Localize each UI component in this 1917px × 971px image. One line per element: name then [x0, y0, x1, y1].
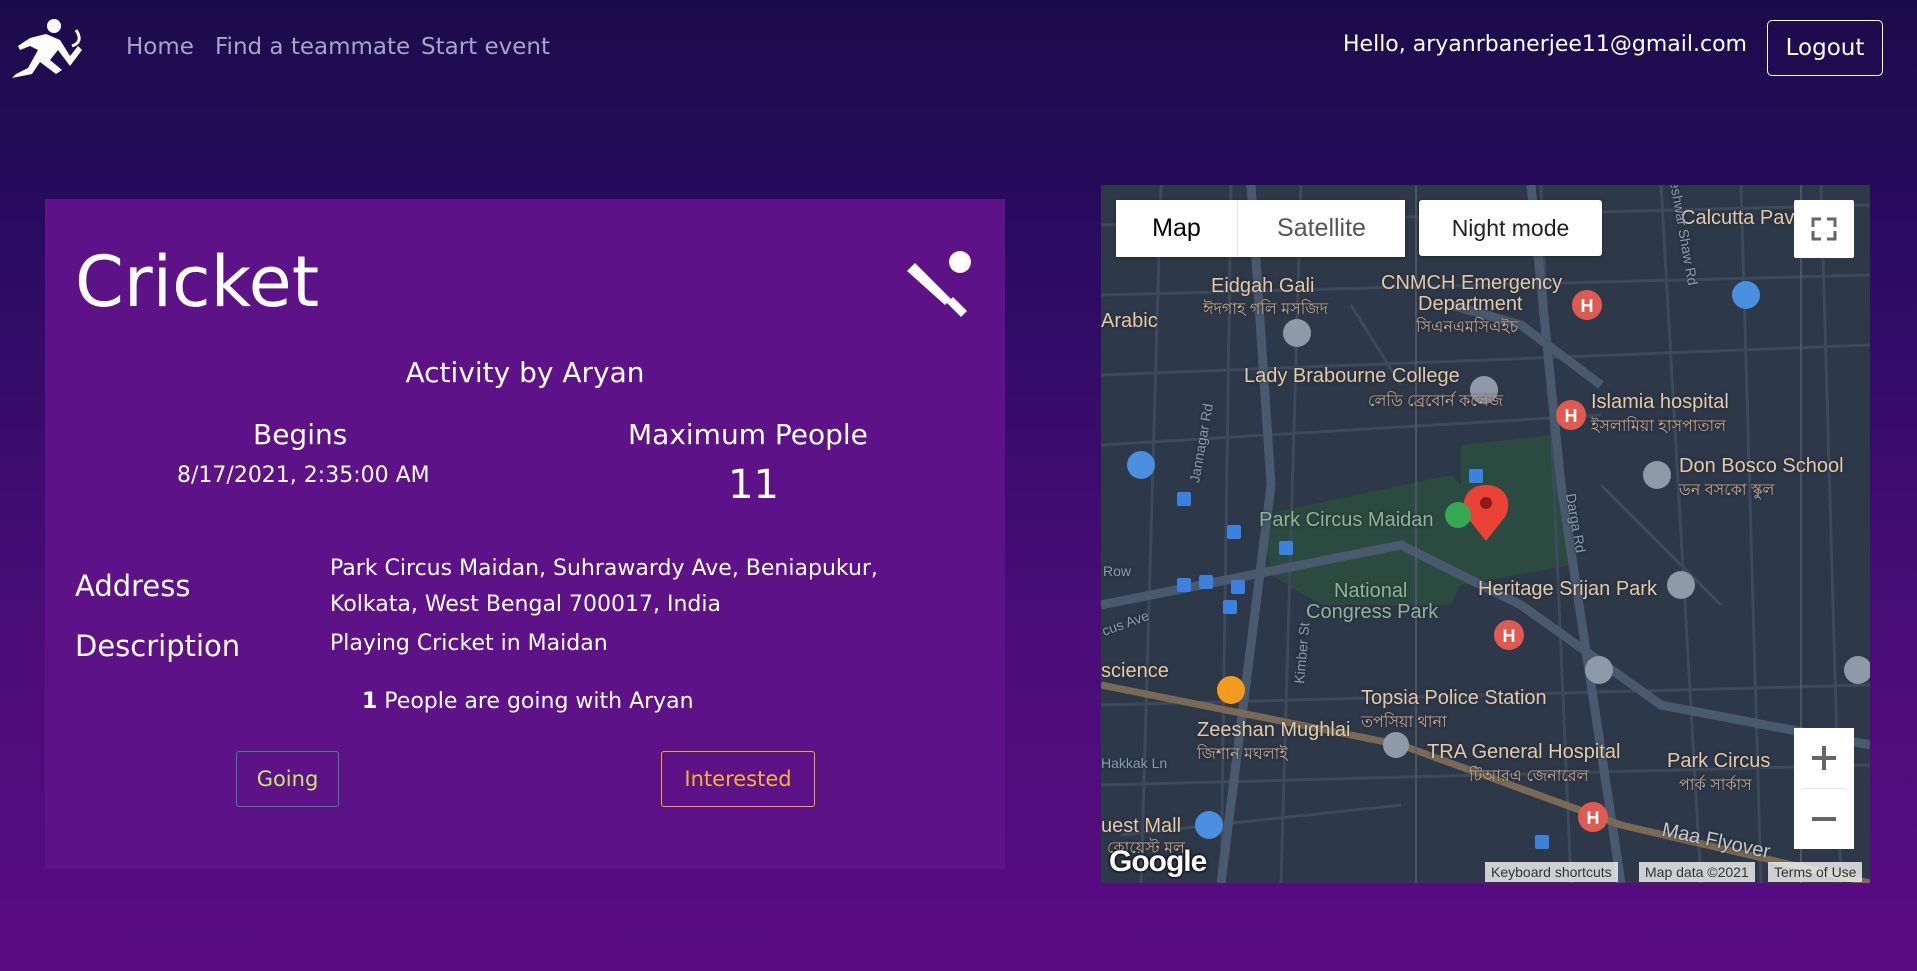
going-button[interactable]: Going	[236, 751, 339, 807]
map-label-tra-bn: টিআরএ জেনারেল	[1469, 768, 1589, 785]
description-value: Playing Cricket in Maidan	[330, 631, 608, 656]
event-title: Cricket	[75, 241, 320, 323]
map-label-tra: TRA General Hospital	[1427, 741, 1621, 763]
map-label-cnmch: CNMCH Emergency	[1381, 272, 1563, 294]
map-label-hakkak-ln: Hakkak Ln	[1101, 755, 1168, 771]
fullscreen-icon	[1811, 217, 1837, 241]
address-value: Park Circus Maidan, Suhrawardy Ave, Beni…	[330, 556, 878, 617]
map-label-lady-brabourne: Lady Brabourne College	[1244, 365, 1460, 387]
google-logo: Google	[1109, 845, 1207, 878]
map-type-satellite-button[interactable]: Satellite	[1238, 200, 1405, 257]
map-label-don-bosco: Don Bosco School	[1679, 455, 1844, 477]
map-label-calcutta: Calcutta Pav	[1681, 207, 1795, 229]
svg-text:H: H	[1581, 296, 1594, 316]
max-people-value: 11	[728, 462, 779, 508]
map-label-topsia: Topsia Police Station	[1361, 687, 1547, 709]
map-label-zeeshan: Zeeshan Mughlai	[1197, 719, 1351, 741]
map-label-cnmch-dept: Department	[1418, 293, 1523, 315]
map-label-arabic: Arabic	[1101, 310, 1158, 332]
svg-text:H: H	[1587, 808, 1600, 828]
max-people-label: Maximum People	[628, 418, 868, 451]
map-label-don-bosco-bn: ডন বসকো স্কুল	[1679, 482, 1775, 499]
description-label: Description	[75, 629, 241, 663]
map-label-heritage: Heritage Srijan Park	[1478, 578, 1657, 600]
logout-button[interactable]: Logout	[1767, 20, 1883, 76]
google-map[interactable]: H H H H Eidgah Gali ঈদগাহ গলি মসজিদ CNMCH E…	[1101, 185, 1870, 883]
terms-of-use-link[interactable]: Terms of Use	[1768, 862, 1863, 882]
nav-home-link[interactable]: Home	[126, 34, 194, 60]
svg-text:H: H	[1503, 626, 1516, 646]
map-label-national: National	[1334, 580, 1408, 602]
map-label-eidgah-bn: ঈদগাহ গলি মসজিদ	[1203, 301, 1329, 318]
map-label-eidgah: Eidgah Gali	[1211, 275, 1315, 297]
map-label-congress-park: Congress Park	[1306, 601, 1439, 623]
zoom-control	[1794, 728, 1854, 849]
plus-icon	[1812, 746, 1836, 770]
map-label-science: science	[1101, 660, 1169, 682]
cricket-bat-icon	[907, 251, 971, 317]
going-text: People are going with Aryan	[377, 689, 694, 714]
map-label-islamia: Islamia hospital	[1591, 391, 1729, 413]
map-type-map-button[interactable]: Map	[1116, 200, 1238, 257]
map-label-islamia-bn: ইসলামিয়া হাসপাতাল	[1591, 418, 1727, 435]
zoom-out-button[interactable]	[1794, 789, 1854, 849]
event-card: Cricket Activity by Aryan Begins 8/17/20…	[45, 199, 1005, 869]
fullscreen-button[interactable]	[1794, 200, 1854, 258]
svg-text:H: H	[1565, 406, 1578, 426]
nav-find-teammate-link[interactable]: Find a teammate	[215, 34, 410, 60]
begins-value: 8/17/2021, 2:35:00 AM	[177, 463, 430, 488]
map-data-text: Map data ©2021	[1639, 862, 1755, 882]
nav-start-event-link[interactable]: Start event	[421, 34, 550, 60]
map-label-topsia-bn: তপসিয়া থানা	[1361, 714, 1447, 731]
map-label-row: Row	[1103, 563, 1132, 579]
event-byline: Activity by Aryan	[405, 356, 645, 389]
interested-button[interactable]: Interested	[661, 751, 815, 807]
going-count: 1	[362, 689, 378, 714]
keyboard-shortcuts-link[interactable]: Keyboard shortcuts	[1485, 862, 1618, 882]
night-mode-button[interactable]: Night mode	[1419, 200, 1602, 256]
runner-logo-icon[interactable]	[12, 16, 92, 80]
map-label-cnmch-bn: সিএনএমসিএইচ	[1416, 319, 1519, 336]
map-type-control: Map Satellite	[1116, 200, 1405, 257]
going-count-text: 1 People are going with Aryan	[362, 689, 694, 714]
zoom-in-button[interactable]	[1794, 728, 1854, 788]
begins-label: Begins	[253, 418, 348, 451]
map-label-park-circus-maidan: Park Circus Maidan	[1259, 509, 1434, 531]
user-greeting: Hello, aryanrbanerjee11@gmail.com	[1343, 32, 1747, 57]
map-label-lady-brabourne-bn: লেডি ব্রেবোর্ন কলেজ	[1368, 393, 1503, 410]
navbar: Home Find a teammate Start event Hello, …	[0, 0, 1917, 100]
map-label-park-circus-bn: পার্ক সার্কাস	[1679, 777, 1752, 794]
address-label: Address	[75, 569, 191, 603]
map-label-park-circus: Park Circus	[1667, 750, 1771, 772]
map-label-zeeshan-bn: জিশান মঘলাই	[1197, 746, 1288, 763]
minus-icon	[1812, 817, 1836, 821]
